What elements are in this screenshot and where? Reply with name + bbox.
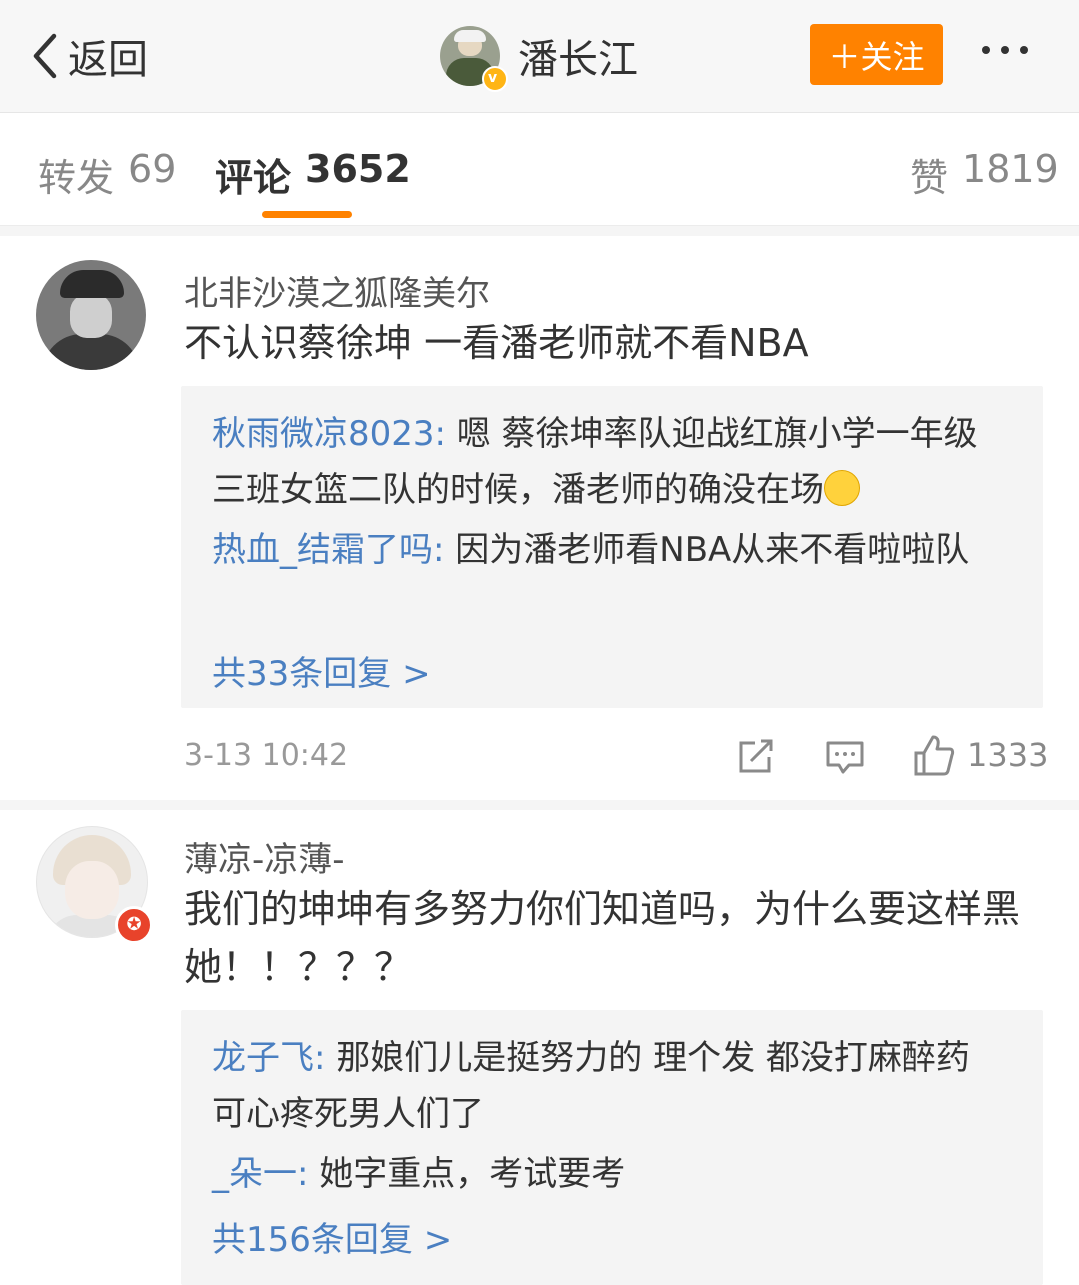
back-label: 返回 bbox=[68, 37, 148, 83]
reply-item: 热血_结霜了吗: 因为潘老师看NBA从来不看啦啦队 bbox=[212, 522, 1002, 578]
reply-item: 龙子飞: 那娘们儿是挺努力的 理个发 都没打麻醉药 可心疼死男人们了 bbox=[212, 1030, 1002, 1142]
comment-item: ✪ 薄凉-凉薄- 我们的坤坤有多努力你们知道吗，为什么要这样黑她！！？？？ 龙子… bbox=[0, 810, 1079, 1285]
verified-badge-icon: v bbox=[482, 66, 508, 92]
section-divider bbox=[0, 226, 1079, 236]
share-icon bbox=[739, 739, 773, 773]
comment-username[interactable]: 薄凉-凉薄- bbox=[184, 832, 345, 881]
chevron-left-icon bbox=[33, 33, 57, 79]
active-tab-indicator bbox=[262, 211, 352, 218]
smile-emoji-icon bbox=[824, 469, 860, 506]
reply-text: 因为潘老师看NBA从来不看啦啦队 bbox=[444, 530, 970, 570]
comment-username[interactable]: 北非沙漠之狐隆美尔 bbox=[184, 266, 490, 315]
comment-icon bbox=[826, 741, 864, 774]
more-replies-link[interactable]: 共33条回复 > bbox=[212, 646, 431, 695]
tab-comment[interactable]: 评论 3652 bbox=[215, 147, 411, 202]
reply-item: _朵一: 她字重点，考试要考 bbox=[212, 1146, 1002, 1202]
reply-box[interactable]: 秋雨微凉8023: 嗯 蔡徐坤率队迎战红旗小学一年级三班女篮二队的时候，潘老师的… bbox=[181, 386, 1043, 708]
thumbs-up-icon bbox=[914, 735, 955, 776]
tab-like-count: 1819 bbox=[962, 147, 1059, 191]
tab-bar: 转发 69 评论 3652 赞 1819 bbox=[0, 113, 1079, 226]
tab-repost-label: 转发 bbox=[38, 156, 115, 200]
tab-repost-count: 69 bbox=[128, 147, 177, 191]
tab-repost[interactable]: 转发 69 bbox=[38, 147, 176, 202]
page-title: 潘长江 bbox=[518, 37, 638, 83]
like-button[interactable]: 1333 bbox=[913, 730, 1048, 780]
reply-username[interactable]: 秋雨微凉8023: bbox=[212, 414, 446, 454]
comment-text: 我们的坤坤有多努力你们知道吗，为什么要这样黑她！！？？？ bbox=[184, 887, 1021, 989]
comment-text: 不认识蔡徐坤 一看潘老师就不看NBA bbox=[184, 321, 809, 365]
reply-item: 秋雨微凉8023: 嗯 蔡徐坤率队迎战红旗小学一年级三班女篮二队的时候，潘老师的… bbox=[212, 406, 1002, 518]
tab-comment-count: 3652 bbox=[305, 147, 411, 191]
reply-username[interactable]: 龙子飞: bbox=[212, 1038, 325, 1078]
back-button[interactable]: 返回 bbox=[28, 28, 148, 84]
like-count: 1333 bbox=[967, 736, 1049, 774]
tab-like-label: 赞 bbox=[910, 156, 949, 200]
avatar[interactable] bbox=[36, 260, 146, 370]
more-replies-link[interactable]: 共156条回复 > bbox=[212, 1212, 452, 1261]
comment-divider bbox=[0, 800, 1079, 810]
profile-title[interactable]: 潘长江 bbox=[440, 24, 638, 88]
member-badge-icon: ✪ bbox=[115, 906, 153, 944]
share-button[interactable] bbox=[735, 732, 777, 782]
reply-box[interactable]: 龙子飞: 那娘们儿是挺努力的 理个发 都没打麻醉药 可心疼死男人们了 _朵一: … bbox=[181, 1010, 1043, 1285]
tab-like[interactable]: 赞 1819 bbox=[910, 147, 1059, 202]
more-options-icon[interactable] bbox=[982, 46, 1028, 54]
top-nav-bar: 返回 潘长江 v ＋关注 bbox=[0, 0, 1079, 113]
reply-text: 她字重点，考试要考 bbox=[308, 1154, 626, 1194]
reply-button[interactable] bbox=[825, 732, 865, 782]
follow-button[interactable]: ＋关注 bbox=[810, 24, 943, 85]
reply-username[interactable]: _朵一: bbox=[212, 1154, 308, 1194]
tab-comment-label: 评论 bbox=[215, 156, 292, 200]
comment-item: 北非沙漠之狐隆美尔 不认识蔡徐坤 一看潘老师就不看NBA 秋雨微凉8023: 嗯… bbox=[0, 236, 1079, 800]
comment-time: 3-13 10:42 bbox=[184, 738, 349, 773]
reply-username[interactable]: 热血_结霜了吗: bbox=[212, 530, 444, 570]
reply-text: 那娘们儿是挺努力的 理个发 都没打麻醉药 可心疼死男人们了 bbox=[212, 1038, 970, 1134]
